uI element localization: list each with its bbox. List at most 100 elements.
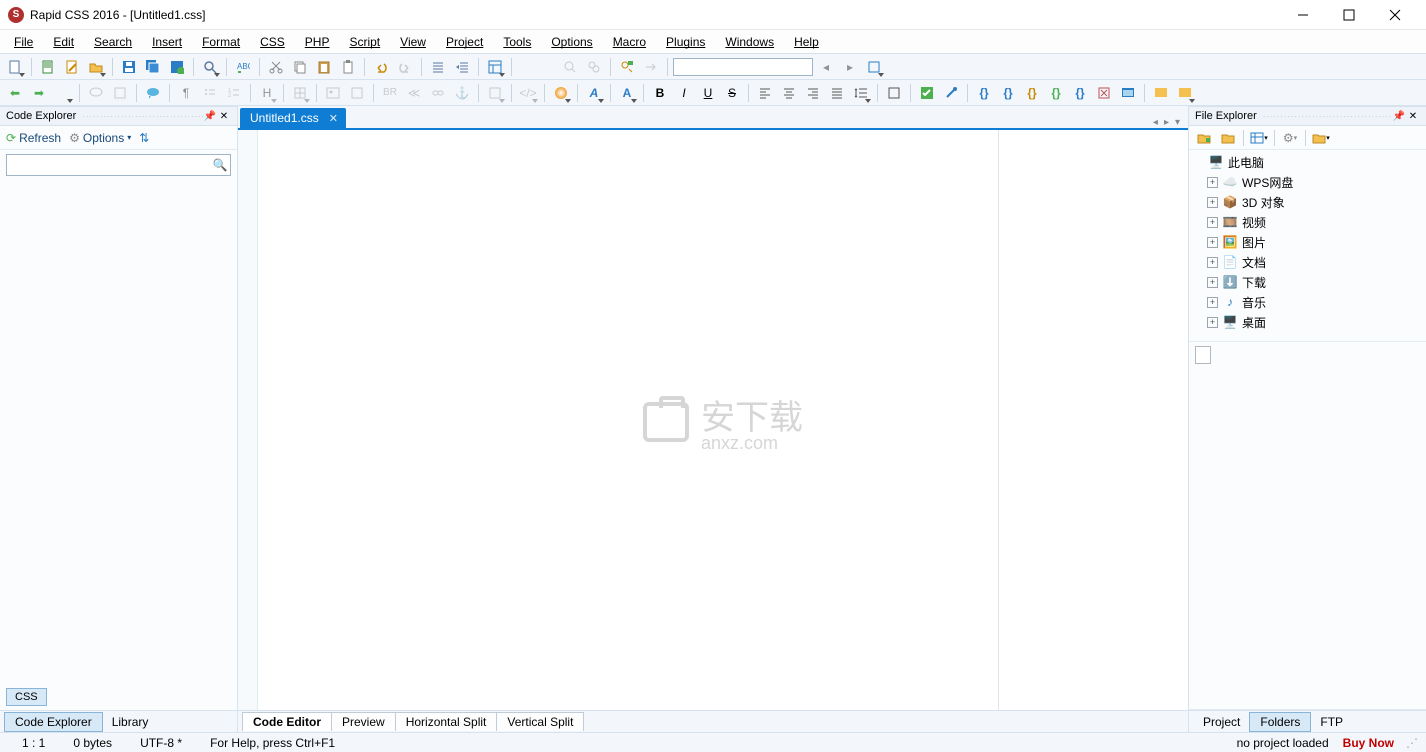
italic-button[interactable]: I — [673, 82, 695, 104]
bottom-tab-vsplit[interactable]: Vertical Split — [496, 712, 584, 731]
search-combo[interactable] — [673, 58, 813, 76]
tools-button[interactable] — [940, 82, 962, 104]
close-panel-icon[interactable]: ✕ — [1406, 111, 1420, 122]
heading-button[interactable]: H — [256, 82, 278, 104]
flag-1-button[interactable] — [1150, 82, 1172, 104]
break-button[interactable]: BR — [379, 82, 401, 104]
save-as-button[interactable] — [166, 56, 188, 78]
edit-doc-button[interactable] — [61, 56, 83, 78]
expand-icon[interactable]: + — [1207, 217, 1218, 228]
brace-3-button[interactable]: {} — [1021, 82, 1043, 104]
new-doc-button[interactable] — [37, 56, 59, 78]
anchor-button[interactable]: ⚓ — [451, 82, 473, 104]
pin-icon[interactable]: 📌 — [203, 111, 217, 122]
menu-edit[interactable]: Edit — [45, 33, 82, 51]
settings-button[interactable]: ⚙▾ — [1279, 128, 1301, 148]
underline-button[interactable]: U — [697, 82, 719, 104]
entity-button[interactable]: ≪ — [403, 82, 425, 104]
expand-icon[interactable]: + — [1207, 317, 1218, 328]
menu-macro[interactable]: Macro — [605, 33, 654, 51]
menu-plugins[interactable]: Plugins — [658, 33, 713, 51]
code-explorer-search[interactable]: 🔍 — [6, 154, 231, 176]
tab-menu-icon[interactable]: ▾ — [1175, 117, 1180, 128]
menu-format[interactable]: Format — [194, 33, 248, 51]
replace-button[interactable] — [616, 56, 638, 78]
align-center-button[interactable] — [778, 82, 800, 104]
link-button[interactable] — [427, 82, 449, 104]
preview-button[interactable] — [1117, 82, 1139, 104]
refresh-button[interactable]: ⟳Refresh — [6, 131, 61, 145]
bottom-tab-code-explorer[interactable]: Code Explorer — [4, 712, 103, 732]
expand-icon[interactable]: + — [1207, 197, 1218, 208]
document-tab-1[interactable]: Untitled1.css ✕ — [240, 108, 346, 128]
tab-close-icon[interactable]: ✕ — [329, 112, 338, 125]
tree-node[interactable]: +☁️WPS网盘 — [1193, 172, 1422, 192]
bottom-tab-library[interactable]: Library — [102, 713, 159, 731]
tree-node[interactable]: +♪音乐 — [1193, 292, 1422, 312]
undo-button[interactable] — [370, 56, 392, 78]
form-button[interactable] — [484, 82, 506, 104]
chat-button[interactable] — [142, 82, 164, 104]
resize-grip-icon[interactable]: ⋰ — [1406, 736, 1418, 750]
spellcheck-button[interactable]: ABC — [232, 56, 254, 78]
close-button[interactable] — [1372, 0, 1418, 30]
paragraph-button[interactable]: ¶ — [175, 82, 197, 104]
font-button[interactable]: A — [583, 82, 605, 104]
copy-button[interactable] — [289, 56, 311, 78]
new-file-button[interactable] — [4, 56, 26, 78]
file-tree[interactable]: +🖥️此电脑+☁️WPS网盘+📦3D 对象+🎞️视频+🖼️图片+📄文档+⬇️下载… — [1189, 150, 1426, 341]
paste-button[interactable] — [313, 56, 335, 78]
nav-forward-button[interactable]: ➡ — [28, 82, 50, 104]
bottom-tab-folders[interactable]: Folders — [1249, 712, 1311, 732]
tree-node[interactable]: +🎞️视频 — [1193, 212, 1422, 232]
menu-css[interactable]: CSS — [252, 33, 293, 51]
expand-button[interactable] — [1093, 82, 1115, 104]
indent-left-button[interactable] — [427, 56, 449, 78]
bottom-tab-ftp[interactable]: FTP — [1310, 713, 1353, 731]
brace-5-button[interactable]: {} — [1069, 82, 1091, 104]
menu-tools[interactable]: Tools — [495, 33, 539, 51]
list-ol-button[interactable]: 12 — [223, 82, 245, 104]
align-justify-button[interactable] — [826, 82, 848, 104]
cut-button[interactable] — [265, 56, 287, 78]
bold-button[interactable]: B — [649, 82, 671, 104]
bottom-tab-hsplit[interactable]: Horizontal Split — [395, 712, 498, 731]
open-folder-button[interactable] — [1217, 128, 1239, 148]
expand-icon[interactable]: + — [1207, 177, 1218, 188]
find-button[interactable] — [559, 56, 581, 78]
menu-script[interactable]: Script — [341, 33, 388, 51]
bottom-tab-project[interactable]: Project — [1193, 713, 1250, 731]
flag-2-button[interactable] — [1174, 82, 1196, 104]
view-button[interactable]: ▾ — [1248, 128, 1270, 148]
css-badge[interactable]: CSS — [6, 688, 47, 706]
comment-button[interactable] — [85, 82, 107, 104]
align-right-button[interactable] — [802, 82, 824, 104]
menu-file[interactable]: File — [6, 33, 41, 51]
align-left-button[interactable] — [754, 82, 776, 104]
expand-icon[interactable]: + — [1207, 257, 1218, 268]
tree-node[interactable]: +🖥️此电脑 — [1193, 152, 1422, 172]
search-options-button[interactable] — [863, 56, 885, 78]
line-height-button[interactable] — [850, 82, 872, 104]
list-ul-button[interactable] — [199, 82, 221, 104]
tree-node[interactable]: +🖥️桌面 — [1193, 312, 1422, 332]
brace-4-button[interactable]: {} — [1045, 82, 1067, 104]
find-next-button[interactable] — [583, 56, 605, 78]
search-icon[interactable]: 🔍 — [210, 158, 230, 172]
maximize-button[interactable] — [1326, 0, 1372, 30]
media-button[interactable] — [346, 82, 368, 104]
menu-options[interactable]: Options — [543, 33, 600, 51]
open-folder-button[interactable] — [85, 56, 107, 78]
menu-search[interactable]: Search — [86, 33, 140, 51]
table-button[interactable] — [289, 82, 311, 104]
clipboard-button[interactable] — [337, 56, 359, 78]
menu-view[interactable]: View — [392, 33, 434, 51]
image-button[interactable] — [322, 82, 344, 104]
tab-nav-right-icon[interactable]: ▸ — [1164, 117, 1169, 128]
validate-button[interactable] — [916, 82, 938, 104]
save-button[interactable] — [118, 56, 140, 78]
goto-button[interactable] — [640, 56, 662, 78]
menu-windows[interactable]: Windows — [717, 33, 782, 51]
nav-dropdown-button[interactable] — [52, 82, 74, 104]
code-editor[interactable]: 安下载 anxz.com — [238, 130, 1188, 710]
